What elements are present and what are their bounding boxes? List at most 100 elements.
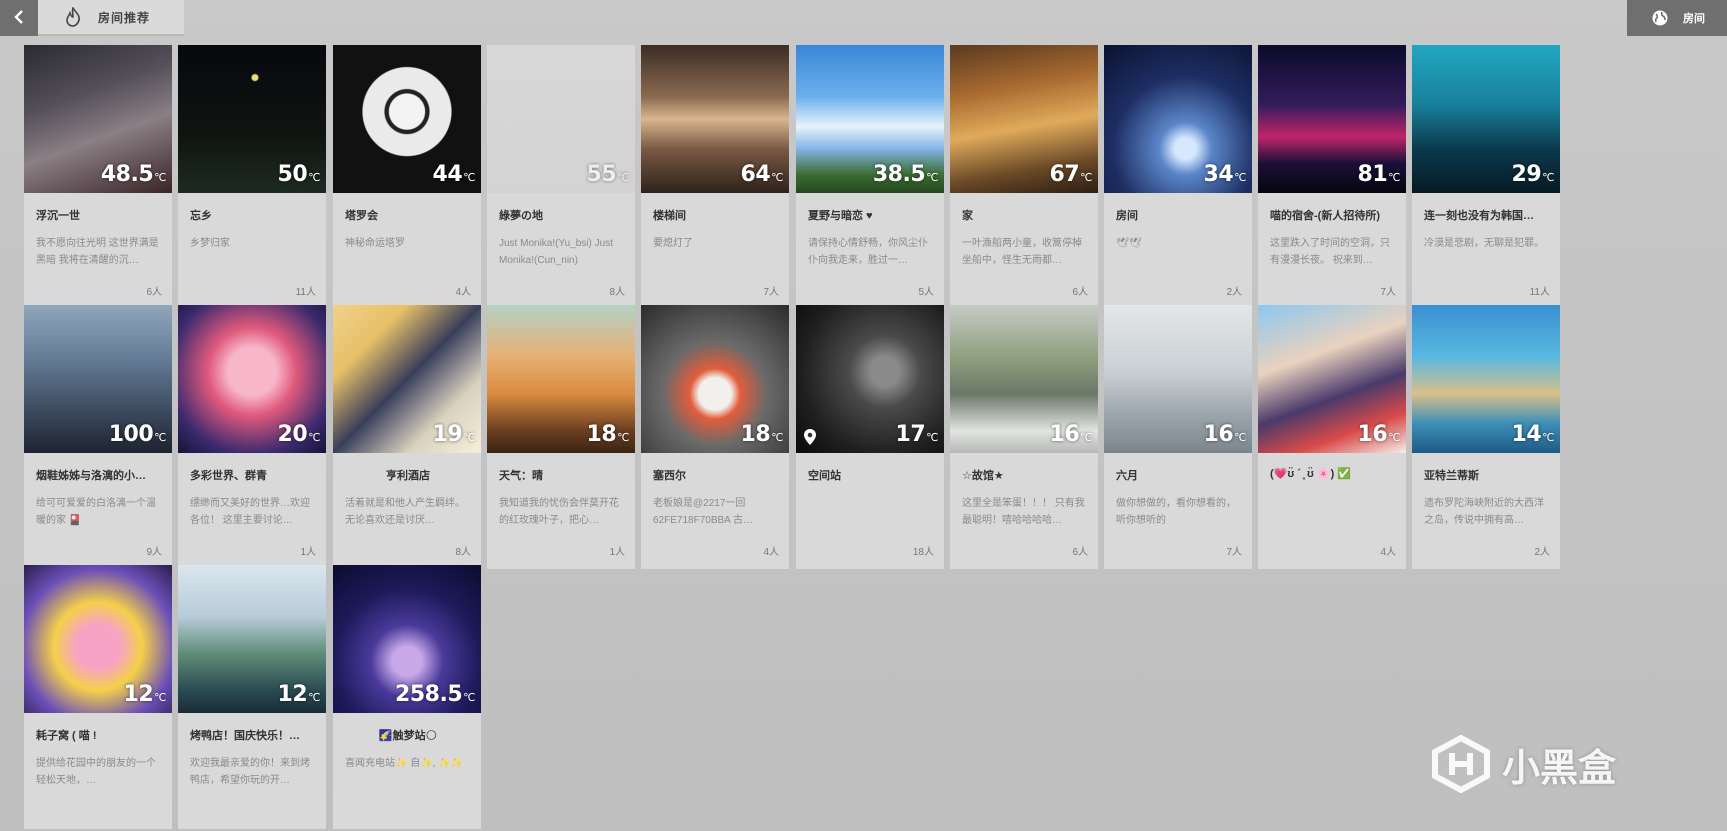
room-button[interactable]: 房间 [1627, 0, 1727, 36]
temperature-unit: ℃ [463, 691, 475, 704]
room-title: 忘乡 [190, 210, 212, 222]
temperature-unit: ℃ [154, 171, 166, 184]
tab-label: 房间推荐 [98, 10, 151, 25]
temperature-value: 48.5 [100, 162, 154, 187]
room-temperature: 34℃ [1204, 162, 1247, 187]
room-description: Just Monika!(Yu_bsi) Just Monika!(Cun_ni… [499, 238, 613, 266]
room-card[interactable]: 16℃ ☆故馆★ 这里全是笨蛋！！！ 只有我最聪明！嘻哈哈哈哈… 6人 [950, 305, 1098, 569]
room-thumbnail: 18℃ [487, 305, 635, 453]
room-card[interactable]: 55℃ 綠夢の地 Just Monika!(Yu_bsi) Just Monika!… [487, 45, 635, 309]
tab-room-recommend[interactable]: 房间推荐 [38, 0, 184, 36]
room-title: 家 [962, 210, 973, 222]
room-card[interactable]: 258.5℃ 🌠触梦站🌕 喜闻充电站✨ 自✨, ✨✨ [333, 565, 481, 829]
temperature-unit: ℃ [1080, 171, 1092, 184]
room-card[interactable]: 12℃ 耗子窝 ( 喵 ! 提供给花园中的朋友的一个轻松天地，… [24, 565, 172, 829]
room-description: 要熄灯了 [653, 238, 693, 249]
room-card[interactable]: 20℃ 多彩世界、群青 缥缈而又美好的世界…欢迎各位！ 这里主要讨论… 1人 [178, 305, 326, 569]
room-card[interactable]: 14℃ 亚特兰蒂斯 遗布罗陀海峡附近的大西洋之岛，传说中拥有高… 2人 [1412, 305, 1560, 569]
top-bar: 房间推荐 房间 [0, 0, 1727, 36]
room-thumbnail: 64℃ [641, 45, 789, 193]
temperature-value: 18 [740, 422, 771, 447]
room-title: 亚特兰蒂斯 [1424, 470, 1479, 482]
room-temperature: 12℃ [277, 682, 321, 707]
room-temperature: 38.5℃ [873, 162, 939, 187]
temperature-value: 67 [1049, 162, 1080, 187]
room-card[interactable]: 38.5℃ 夏野与暗恋 ♥ 请保持心情舒畅，你风尘仆仆向我走来，胜过一… 5人 [796, 45, 944, 309]
room-title: 塔罗会 [345, 210, 378, 222]
room-thumbnail: 100℃ [24, 305, 172, 453]
room-title: 六月 [1116, 470, 1138, 482]
room-thumbnail: 44℃ [333, 45, 481, 193]
temperature-unit: ℃ [1542, 171, 1554, 184]
room-card[interactable]: 18℃ 天气：晴 我知道我的忧伤会伴莫开花的红玫瑰叶子，把心… 1人 [487, 305, 635, 569]
room-card[interactable]: 16℃ (💗ʊ̈ ´ ͈ ʊ̈ 🌸) ✅ 4人 [1258, 305, 1406, 569]
temperature-unit: ℃ [308, 691, 320, 704]
room-title: 烟鞋姊姊与洛漓的小… [36, 470, 146, 482]
room-thumbnail: 16℃ [950, 305, 1098, 453]
temperature-unit: ℃ [926, 431, 938, 444]
room-thumbnail: 16℃ [1258, 305, 1406, 453]
room-title: 塞西尔 [653, 470, 686, 482]
temperature-unit: ℃ [1388, 171, 1400, 184]
room-card[interactable]: 18℃ 塞西尔 老板娘是@2217一回62FE718F70BBA 古… 4人 [641, 305, 789, 569]
flame-icon [62, 6, 84, 28]
room-card[interactable]: 67℃ 家一叶渔船两小童，收篙停棹坐船中，怪生无雨都… 6人 [950, 45, 1098, 309]
room-title: 🌠触梦站🌕 [378, 730, 438, 742]
room-description: 活着就是和他人产生羁绊。无论喜欢还是讨厌… [345, 498, 465, 526]
temperature-value: 100 [108, 422, 154, 447]
room-description: 冷漠是悲剧，无聊是犯罪。 [1424, 238, 1544, 249]
room-temperature: 14℃ [1512, 422, 1555, 447]
room-thumbnail: 50℃ [178, 45, 326, 193]
temperature-value: 50 [277, 162, 308, 187]
room-title: 喵的宿舍-(新人招待所) [1270, 210, 1380, 222]
temperature-value: 64 [740, 162, 771, 187]
temperature-unit: ℃ [463, 171, 475, 184]
room-thumbnail: 34℃ [1104, 45, 1252, 193]
room-temperature: 12℃ [124, 682, 167, 707]
room-thumbnail: 12℃ [24, 565, 172, 713]
member-count: 9人 [146, 547, 162, 558]
room-title: 耗子窝 ( 喵 ! [36, 730, 97, 742]
room-description: 给可可爱爱的白洛漓一个温暖的家 🎴 [36, 498, 156, 526]
room-card[interactable]: 29℃ 连一刻也没有为韩国… 冷漠是悲剧，无聊是犯罪。 11人 [1412, 45, 1560, 309]
room-title: 烤鸭店！国庆快乐！… [190, 730, 300, 742]
watermark-text: 小黑盒 [1502, 747, 1617, 790]
room-card[interactable]: 81℃ 喵的宿舍-(新人招待所) 这里跌入了时间的空洞，只有漫漫长夜。 祝来到… 7人 [1258, 45, 1406, 309]
temperature-unit: ℃ [1388, 431, 1400, 444]
room-temperature: 19℃ [433, 422, 476, 447]
temperature-value: 55 [586, 162, 617, 187]
room-card[interactable]: 12℃ 烤鸭店！国庆快乐！… 欢迎我最亲爱的你！来到烤鸭店，希望你玩的开… [178, 565, 326, 829]
room-title: 空间站 [808, 470, 841, 482]
temperature-value: 12 [277, 682, 308, 707]
member-count: 1人 [300, 547, 316, 558]
room-temperature: 16℃ [1204, 422, 1247, 447]
room-card[interactable]: 19℃ 亨利酒店 活着就是和他人产生羁绊。无论喜欢还是讨厌… 8人 [333, 305, 481, 569]
room-card[interactable]: 44℃ 塔罗会 神秘命运塔罗 4人 [333, 45, 481, 309]
room-temperature: 44℃ [433, 162, 476, 187]
room-card[interactable]: 50℃ 忘乡 乡梦归家 11人 [178, 45, 326, 309]
room-card[interactable]: 34℃ 房间 🕊🕊 2人 [1104, 45, 1252, 309]
member-count: 4人 [763, 547, 779, 558]
temperature-unit: ℃ [1234, 431, 1246, 444]
room-card[interactable]: 100℃ 烟鞋姊姊与洛漓的小… 给可可爱爱的白洛漓一个温暖的家 🎴 9人 [24, 305, 172, 569]
room-description: 这里全是笨蛋！！！ 只有我最聪明！嘻哈哈哈哈… [962, 498, 1085, 526]
room-temperature: 258.5℃ [395, 682, 475, 707]
room-temperature: 50℃ [277, 162, 321, 187]
room-thumbnail: 48.5℃ [24, 45, 172, 193]
room-title: ☆故馆★ [962, 470, 1004, 482]
room-card[interactable]: 48.5℃ 浮沉一世 我不愿向往光明 这世界满是黑暗 我将在清醒的沉… 6人 [24, 45, 172, 309]
room-description: 缥缈而又美好的世界…欢迎各位！ 这里主要讨论… [190, 498, 310, 526]
room-description: 请保持心情舒畅，你风尘仆仆向我走来，胜过一… [808, 238, 928, 266]
room-title: 浮沉一世 [36, 210, 80, 222]
room-thumbnail: 14℃ [1412, 305, 1560, 453]
back-button[interactable] [0, 0, 38, 36]
room-card[interactable]: 64℃ 楼梯间 要熄灯了 7人 [641, 45, 789, 309]
room-description: 🕊🕊 [1116, 238, 1142, 249]
room-thumbnail: 18℃ [641, 305, 789, 453]
room-card[interactable]: 16℃ 六月 做你想做的，看你想看的，听你想听的 7人 [1104, 305, 1252, 569]
room-title: 房间 [1116, 210, 1138, 222]
room-card[interactable]: 17℃ 空间站 18人 [796, 305, 944, 569]
member-count: 6人 [146, 287, 162, 298]
room-thumbnail: 81℃ [1258, 45, 1406, 193]
member-count: 7人 [1380, 287, 1396, 298]
